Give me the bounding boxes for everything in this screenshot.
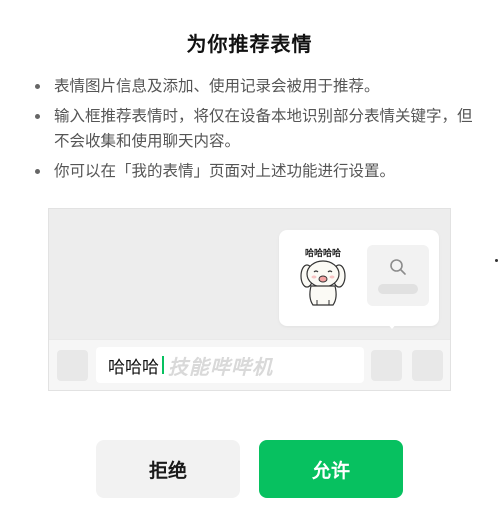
popup-tail bbox=[386, 322, 398, 329]
info-bullet: 你可以在「我的表情」页面对上述功能进行设置。 bbox=[30, 159, 475, 184]
watermark: 技能哔哔机 bbox=[168, 354, 273, 379]
bullet-text: 表情图片信息及添加、使用记录会被用于推荐。 bbox=[54, 77, 380, 95]
reject-button[interactable]: 拒绝 bbox=[96, 440, 240, 498]
sticker-dog-icon: 哈哈哈哈 bbox=[293, 242, 353, 308]
bullet-dot bbox=[35, 84, 40, 89]
search-icon bbox=[389, 258, 407, 280]
bullet-dot bbox=[35, 114, 40, 119]
chat-input-field: 哈哈哈 技能哔哔机 bbox=[96, 347, 364, 383]
info-bullet: 表情图片信息及添加、使用记录会被用于推荐。 bbox=[30, 74, 475, 99]
search-sticker-tile bbox=[367, 245, 429, 306]
chat-input-bar: 哈哈哈 技能哔哔机 bbox=[49, 339, 450, 390]
placeholder-bar bbox=[378, 284, 418, 294]
plus-key-placeholder bbox=[412, 350, 443, 381]
feature-illustration: 哈哈哈哈 哈哈哈 技能哔哔机 bbox=[48, 208, 451, 391]
emoji-key-placeholder bbox=[371, 350, 402, 381]
allow-button[interactable]: 允许 bbox=[259, 440, 403, 498]
dialog-title: 为你推荐表情 bbox=[186, 32, 313, 56]
bullet-dot bbox=[35, 169, 40, 174]
typed-text: 哈哈哈 bbox=[108, 357, 159, 378]
bullet-text: 输入框推荐表情时，将仅在设备本地识别部分表情关键字，但不会收集和使用聊天内容。 bbox=[54, 107, 473, 150]
info-bullet-list: 表情图片信息及添加、使用记录会被用于推荐。 输入框推荐表情时，将仅在设备本地识别… bbox=[30, 74, 475, 189]
text-caret bbox=[162, 356, 164, 374]
sticker-text: 哈哈哈哈 bbox=[305, 247, 341, 259]
sticker-suggestion-popup: 哈哈哈哈 bbox=[279, 230, 439, 329]
voice-key-placeholder bbox=[57, 350, 88, 381]
info-bullet: 输入框推荐表情时，将仅在设备本地识别部分表情关键字，但不会收集和使用聊天内容。 bbox=[30, 104, 475, 154]
stray-dot bbox=[495, 259, 498, 262]
bullet-text: 你可以在「我的表情」页面对上述功能进行设置。 bbox=[54, 162, 396, 180]
